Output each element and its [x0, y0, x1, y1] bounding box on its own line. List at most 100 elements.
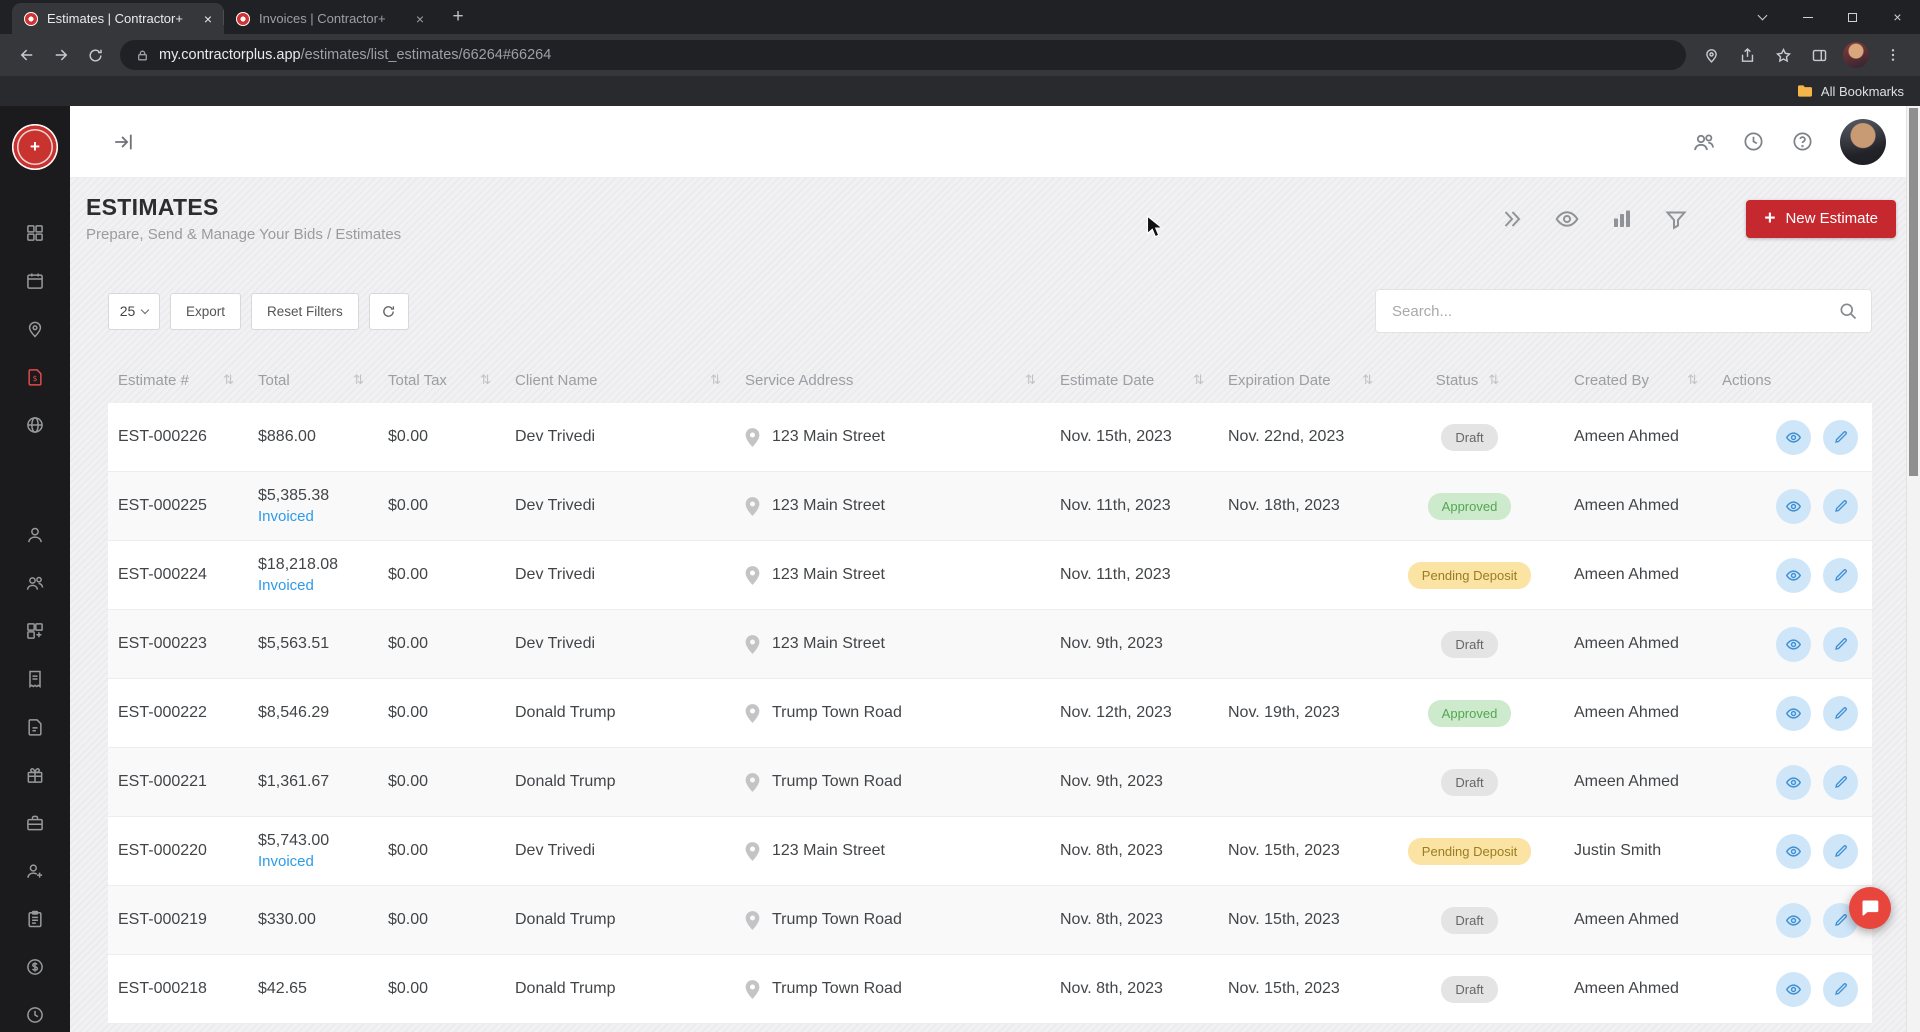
column-header-est[interactable]: Estimate # ⇅ — [108, 372, 248, 389]
sidebar-item-expenses[interactable] — [0, 943, 70, 991]
sort-icon[interactable]: ⇅ — [480, 373, 491, 388]
new-estimate-button[interactable]: + New Estimate — [1746, 199, 1896, 238]
window-close-button[interactable]: × — [1875, 0, 1920, 34]
chat-support-button[interactable] — [1849, 887, 1891, 929]
sidebar-item-team[interactable] — [0, 559, 70, 607]
collapse-columns-icon[interactable] — [1500, 207, 1524, 231]
sidebar-item-network[interactable] — [0, 401, 70, 449]
sort-icon[interactable]: ⇅ — [1025, 373, 1036, 388]
invoiced-link[interactable]: Invoiced — [258, 853, 314, 870]
new-tab-button[interactable]: + — [444, 3, 472, 31]
tab-invoices[interactable]: Invoices | Contractor+ × — [223, 3, 436, 34]
view-estimate-button[interactable] — [1776, 764, 1811, 800]
invoiced-link[interactable]: Invoiced — [258, 577, 314, 594]
table-row[interactable]: EST-000222 $8,546.29 $0.00 Donald Trump … — [108, 679, 1872, 748]
view-estimate-button[interactable] — [1776, 971, 1811, 1007]
column-header-client[interactable]: Client Name ⇅ — [505, 372, 735, 389]
sidebar-item-invoices[interactable] — [0, 655, 70, 703]
edit-estimate-button[interactable] — [1823, 419, 1858, 455]
column-header-status[interactable]: Status ⇅ — [1387, 372, 1552, 389]
column-visibility-eye-icon[interactable] — [1554, 206, 1580, 232]
all-bookmarks-label[interactable]: All Bookmarks — [1821, 84, 1904, 99]
sort-icon[interactable]: ⇅ — [1362, 373, 1373, 388]
search-icon[interactable] — [1838, 301, 1858, 321]
share-icon[interactable] — [1730, 38, 1764, 72]
edit-estimate-button[interactable] — [1823, 626, 1858, 662]
sort-icon[interactable]: ⇅ — [1193, 373, 1204, 388]
export-button[interactable]: Export — [170, 292, 242, 330]
sidebar-item-dashboard[interactable] — [0, 209, 70, 257]
sidebar-item-payments[interactable] — [0, 703, 70, 751]
tab-estimates[interactable]: Estimates | Contractor+ × — [12, 3, 224, 34]
invoiced-link[interactable]: Invoiced — [258, 508, 314, 525]
tab-close-icon[interactable]: × — [202, 10, 214, 28]
sidebar-item-items[interactable] — [0, 607, 70, 655]
window-minimize-button[interactable] — [1785, 0, 1830, 34]
column-header-total[interactable]: Total ⇅ — [248, 372, 378, 389]
edit-estimate-button[interactable] — [1823, 971, 1858, 1007]
edit-estimate-button[interactable] — [1823, 557, 1858, 593]
page-scrollbar[interactable] — [1906, 106, 1920, 1032]
view-estimate-button[interactable] — [1776, 695, 1811, 731]
sidebar-item-tasks[interactable] — [0, 895, 70, 943]
view-estimate-button[interactable] — [1776, 557, 1811, 593]
edit-estimate-button[interactable] — [1823, 695, 1858, 731]
page-size-select[interactable]: 25 — [108, 292, 160, 330]
column-header-estdate[interactable]: Estimate Date ⇅ — [1050, 372, 1218, 389]
edit-estimate-button[interactable] — [1823, 833, 1858, 869]
help-icon[interactable] — [1791, 130, 1814, 153]
refresh-button[interactable] — [368, 292, 409, 330]
table-row[interactable]: EST-000221 $1,361.67 $0.00 Donald Trump … — [108, 748, 1872, 817]
chart-icon[interactable] — [1610, 207, 1634, 231]
table-row[interactable]: EST-000226 $886.00 $0.00 Dev Trivedi 123… — [108, 403, 1872, 472]
window-maximize-button[interactable] — [1830, 0, 1875, 34]
search-input[interactable] — [1375, 289, 1872, 333]
tab-close-icon[interactable]: × — [414, 10, 426, 28]
reload-icon[interactable] — [78, 38, 112, 72]
table-row[interactable]: EST-000220 $5,743.00 Invoiced $0.00 Dev … — [108, 817, 1872, 886]
table-row[interactable]: EST-000224 $18,218.08 Invoiced $0.00 Dev… — [108, 541, 1872, 610]
back-icon[interactable] — [10, 38, 44, 72]
column-header-tax[interactable]: Total Tax ⇅ — [378, 372, 505, 389]
table-row[interactable]: EST-000218 $42.65 $0.00 Donald Trump Tru… — [108, 955, 1872, 1024]
sidebar-item-tools[interactable] — [0, 799, 70, 847]
address-bar[interactable]: my.contractorplus.app/estimates/list_est… — [120, 40, 1686, 70]
sidebar-item-supplies[interactable] — [0, 751, 70, 799]
view-estimate-button[interactable] — [1776, 833, 1811, 869]
bookmark-star-icon[interactable] — [1766, 38, 1800, 72]
contractorplus-logo[interactable]: + — [12, 124, 58, 170]
sidebar-item-estimates[interactable]: $ — [0, 353, 70, 401]
sidebar-expand-icon[interactable] — [112, 131, 134, 153]
sort-icon[interactable]: ⇅ — [1687, 373, 1698, 388]
table-row[interactable]: EST-000223 $5,563.51 $0.00 Dev Trivedi 1… — [108, 610, 1872, 679]
reset-filters-button[interactable]: Reset Filters — [251, 292, 359, 330]
user-avatar[interactable] — [1840, 118, 1886, 165]
browser-menu-kebab-icon[interactable] — [1876, 38, 1910, 72]
forward-icon[interactable] — [44, 38, 78, 72]
sort-icon[interactable]: ⇅ — [710, 373, 721, 388]
sidebar-item-clients[interactable] — [0, 511, 70, 559]
view-estimate-button[interactable] — [1776, 902, 1811, 938]
team-members-icon[interactable] — [1692, 130, 1716, 154]
tab-search-chevron-icon[interactable] — [1740, 0, 1785, 34]
browser-profile-avatar[interactable] — [1843, 42, 1869, 68]
edit-estimate-button[interactable] — [1823, 764, 1858, 800]
filter-funnel-icon[interactable] — [1664, 207, 1688, 231]
column-header-expdate[interactable]: Expiration Date ⇅ — [1218, 372, 1387, 389]
sort-icon[interactable]: ⇅ — [223, 373, 234, 388]
view-estimate-button[interactable] — [1776, 419, 1811, 455]
sort-icon[interactable]: ⇅ — [353, 373, 364, 388]
scrollbar-thumb[interactable] — [1909, 108, 1918, 476]
view-estimate-button[interactable] — [1776, 488, 1811, 524]
view-estimate-button[interactable] — [1776, 626, 1811, 662]
sort-icon[interactable]: ⇅ — [1488, 373, 1499, 388]
column-header-address[interactable]: Service Address ⇅ — [735, 372, 1050, 389]
table-row[interactable]: EST-000219 $330.00 $0.00 Donald Trump Tr… — [108, 886, 1872, 955]
edit-estimate-button[interactable] — [1823, 488, 1858, 524]
table-row[interactable]: EST-000225 $5,385.38 Invoiced $0.00 Dev … — [108, 472, 1872, 541]
history-clock-icon[interactable] — [1742, 130, 1765, 153]
location-permission-icon[interactable] — [1694, 38, 1728, 72]
sidebar-item-jobs[interactable] — [0, 305, 70, 353]
column-header-created[interactable]: Created By ⇅ — [1552, 372, 1712, 389]
sidebar-item-schedule[interactable] — [0, 257, 70, 305]
